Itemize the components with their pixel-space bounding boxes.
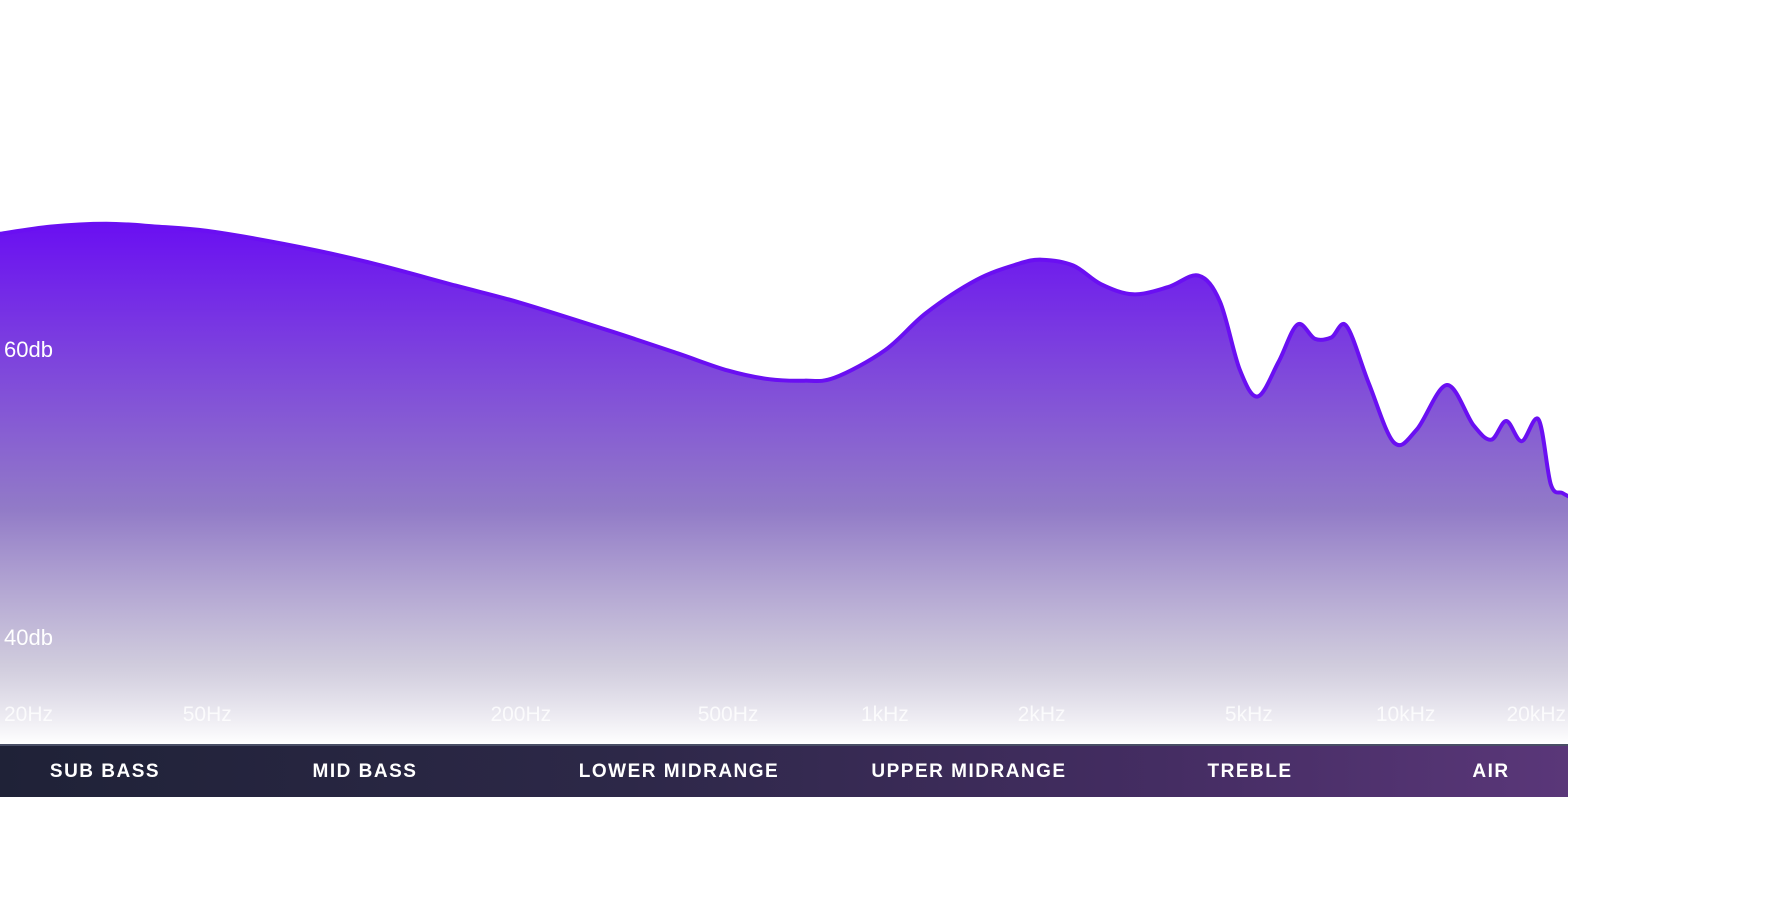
x-tick-label-2: 200Hz <box>490 703 551 726</box>
x-tick-label-4: 1kHz <box>861 703 909 726</box>
frequency-response-chart: 60db 40db 20Hz 50Hz 200Hz 500Hz 1kHz 2kHz 5kHz 1… <box>0 0 1568 797</box>
x-tick-label-3: 500Hz <box>698 703 759 726</box>
band-lower-midrange: LOWER MIDRANGE <box>578 761 780 782</box>
response-area <box>0 223 1568 744</box>
frequency-band-bar: SUB BASS MID BASS LOWER MIDRANGE UPPER M… <box>0 744 1568 797</box>
y-tick-label-1: 40db <box>4 625 53 650</box>
y-tick-label-0: 60db <box>4 337 53 362</box>
band-treble: TREBLE <box>1207 761 1293 782</box>
band-upper-midrange: UPPER MIDRANGE <box>871 761 1067 782</box>
band-sub-bass: SUB BASS <box>49 761 161 782</box>
x-tick-label-1: 50Hz <box>183 703 232 726</box>
x-tick-label-0: 20Hz <box>4 703 53 726</box>
band-air: AIR <box>1472 761 1510 782</box>
x-tick-label-8: 20kHz <box>1506 703 1566 726</box>
band-mid-bass: MID BASS <box>312 761 418 782</box>
chart-canvas: 60db 40db 20Hz 50Hz 200Hz 500Hz 1kHz 2kHz 5kHz 1… <box>0 221 1568 744</box>
x-tick-label-7: 10kHz <box>1376 703 1436 726</box>
x-tick-label-6: 5kHz <box>1225 703 1273 726</box>
x-tick-label-5: 2kHz <box>1018 703 1066 726</box>
